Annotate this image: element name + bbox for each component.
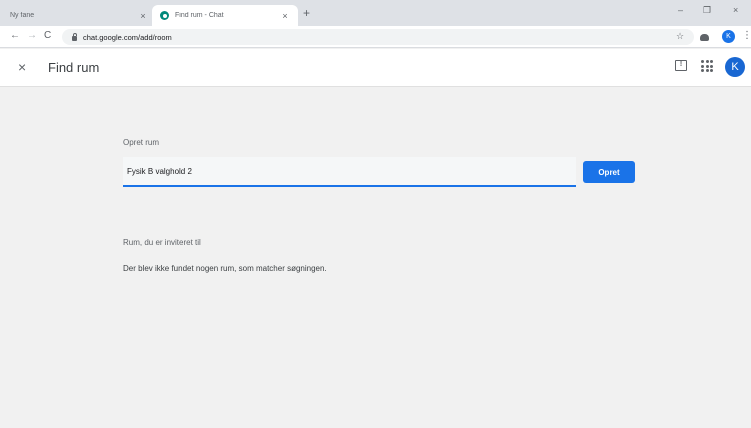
close-icon[interactable]: × [18,59,26,75]
tab-title: Find rum - Chat [175,12,224,19]
create-button[interactable]: Opret [583,161,635,183]
new-tab-icon[interactable]: + [303,6,310,20]
tab-close-icon[interactable]: × [136,11,150,21]
tab-close-icon[interactable]: × [278,11,292,21]
tab-title: Ny fane [10,12,35,19]
lock-icon [72,32,77,41]
empty-result-message: Der blev ikke fundet nogen rum, som matc… [123,264,327,273]
bookmark-star-icon[interactable]: ☆ [676,31,684,42]
feedback-icon[interactable]: ! [675,60,687,71]
back-icon[interactable]: ← [10,30,20,41]
tab-new[interactable]: Ny fane × [0,5,156,26]
extension-cloud-icon[interactable] [700,34,709,41]
room-name-input[interactable] [123,157,576,187]
main-content: Opret rum Opret Rum, du er inviteret til… [0,88,751,428]
tab-find-room[interactable]: Find rum - Chat × [152,5,298,26]
browser-tabstrip: Ny fane × Find rum - Chat × + – ❐ × [0,0,751,26]
browser-toolbar: ← → C chat.google.com/add/room ☆ K ⋮ [0,26,751,48]
forward-icon[interactable]: → [27,30,37,41]
browser-profile-avatar[interactable]: K [722,30,735,43]
chat-favicon-icon [160,11,169,20]
window-close-icon[interactable]: × [733,5,738,15]
page-title: Find rum [48,60,100,75]
create-room-label: Opret rum [123,138,160,147]
restore-icon[interactable]: ❐ [703,5,711,16]
browser-menu-icon[interactable]: ⋮ [742,30,751,41]
app-header: × Find rum ! K [0,49,751,87]
url-text: chat.google.com/add/room [83,32,172,42]
reload-icon[interactable]: C [44,30,51,41]
account-avatar[interactable]: K [725,57,745,77]
invited-rooms-label: Rum, du er inviteret til [123,238,201,247]
minimize-icon[interactable]: – [678,5,683,15]
apps-grid-icon[interactable] [701,60,713,72]
address-bar[interactable]: chat.google.com/add/room [62,29,694,45]
